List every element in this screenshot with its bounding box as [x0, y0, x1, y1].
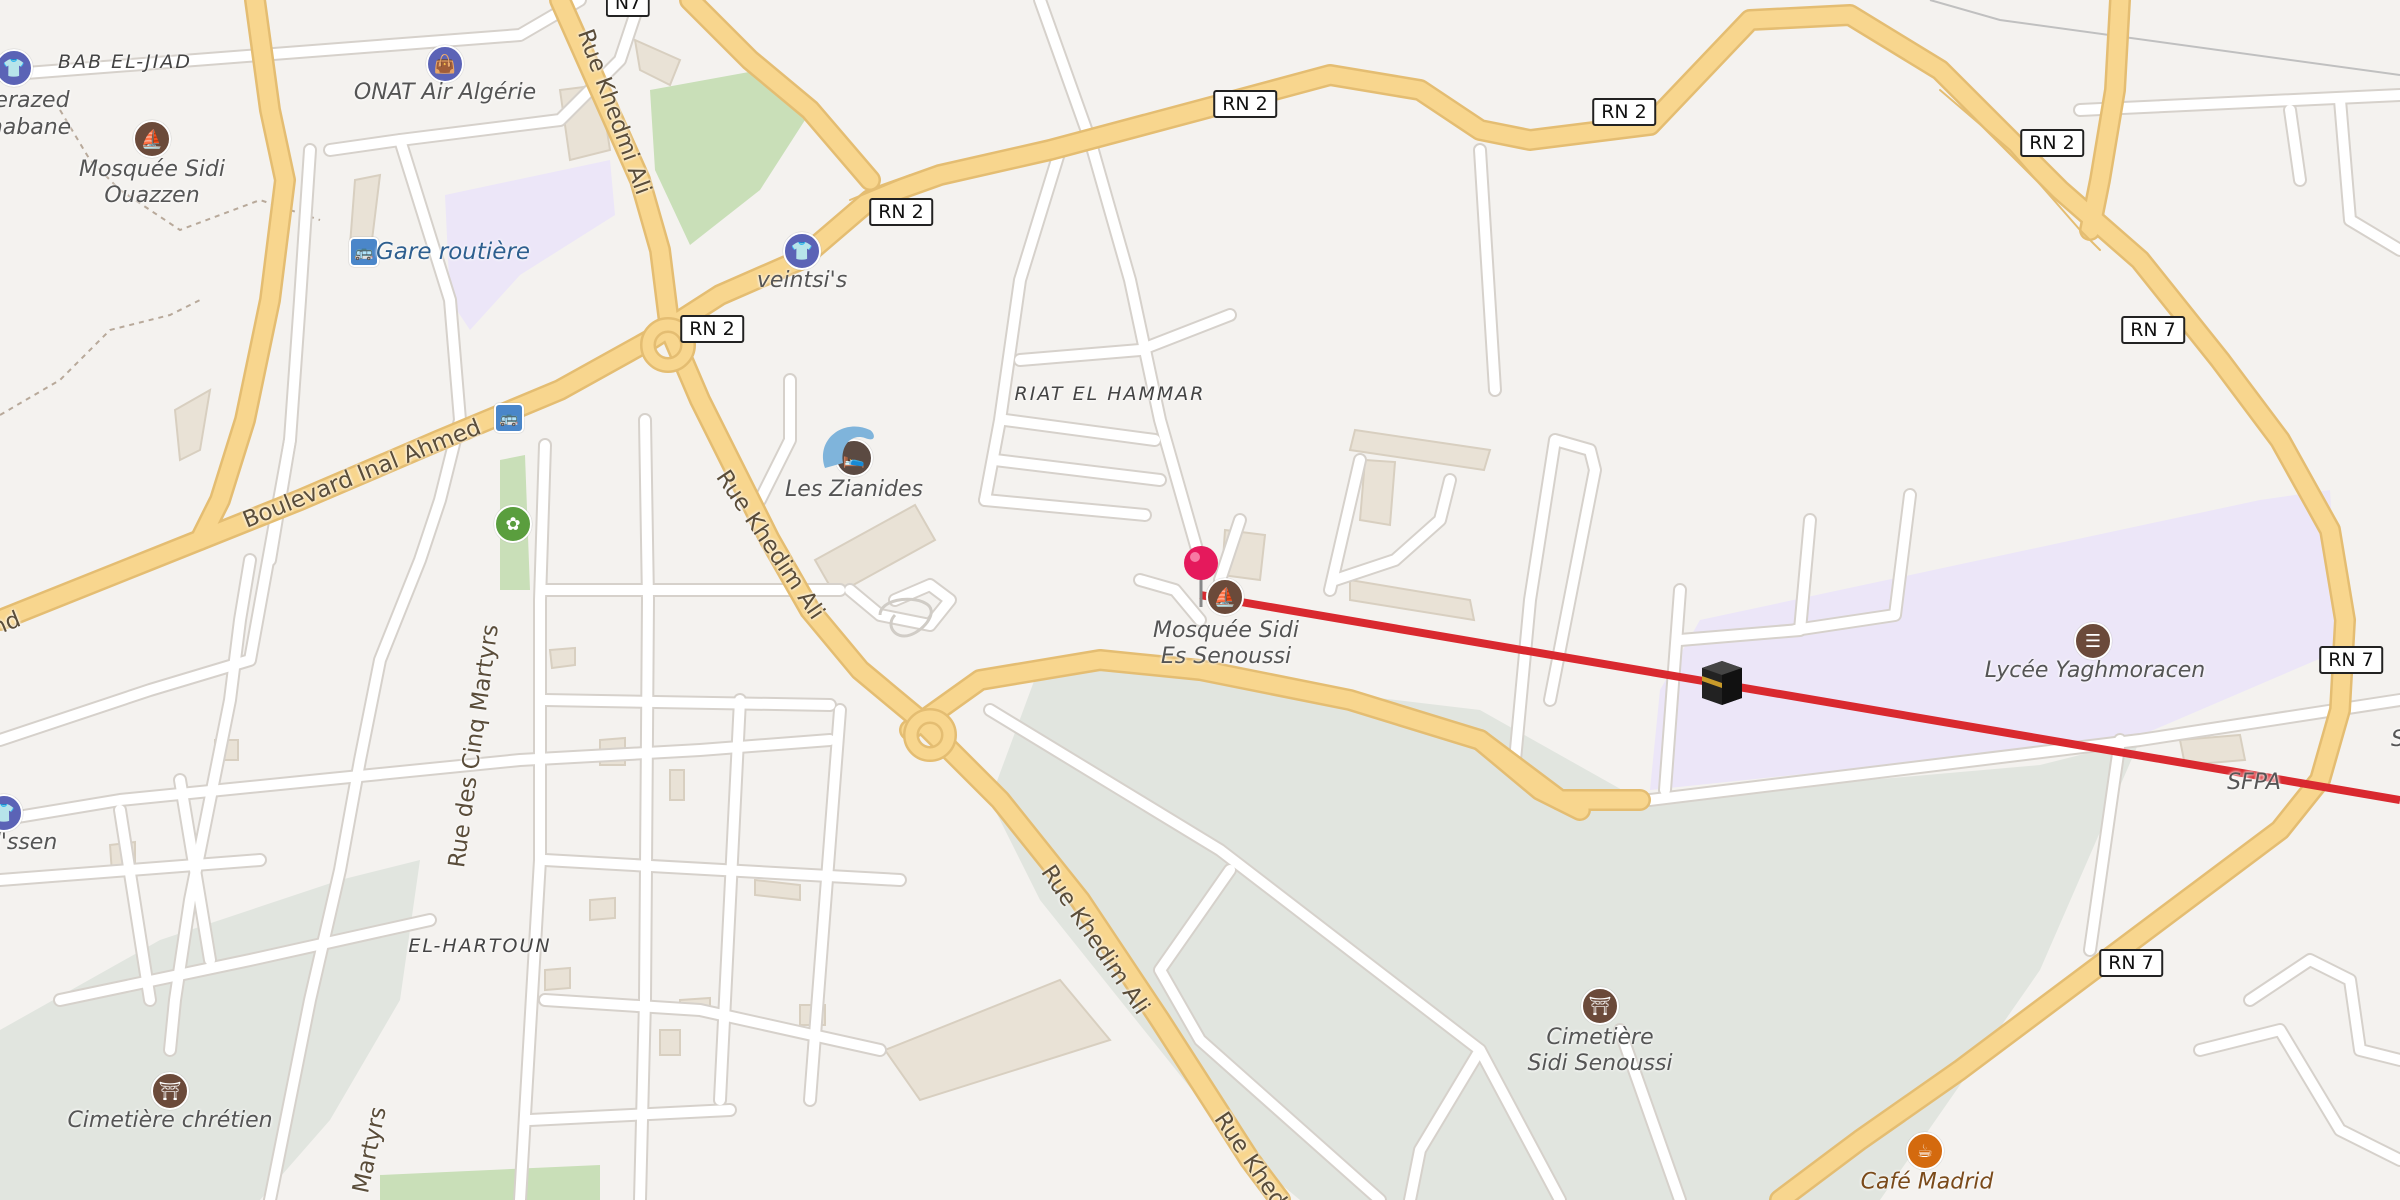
clothes-shop-icon[interactable]: 👕 — [783, 232, 821, 270]
poi-label: habane — [0, 115, 72, 140]
cemetery-icon[interactable]: ⛩ — [1581, 987, 1619, 1025]
school-icon[interactable]: ☰ — [2074, 622, 2112, 660]
poi-label[interactable]: Cimetière Sidi Senoussi — [1527, 1025, 1672, 1077]
map-view[interactable]: BAB EL-JIAD RIAT EL HAMMAR EL-HARTOUN Bo… — [0, 0, 2400, 1200]
district-label: RIAT EL HAMMAR — [1014, 383, 1206, 405]
poi-label[interactable]: Les Zianides — [785, 477, 923, 503]
road-shield: RN 7 — [2121, 316, 2185, 344]
poi-label: S — [2391, 727, 2400, 753]
poi-label-line: Es Senoussi — [1160, 644, 1292, 669]
road-shield: RN 7 — [2319, 646, 2383, 674]
pool-shape — [823, 426, 874, 468]
road-shield: RN 2 — [1213, 90, 1277, 118]
poi-label[interactable]: Mosquée Sidi Ouazzen — [79, 157, 225, 209]
road-shield: RN 2 — [869, 198, 933, 226]
shape-outline — [878, 597, 933, 638]
poi-label[interactable]: Cimetière chrétien — [67, 1108, 272, 1134]
poi-label-line: Sidi Senoussi — [1527, 1051, 1673, 1076]
poi-label[interactable]: Gare routière — [376, 239, 530, 265]
mosque-icon[interactable]: ⛵ — [133, 120, 171, 158]
poi-label[interactable]: Café Madrid — [1861, 1170, 1994, 1195]
park-area — [380, 1165, 600, 1200]
garden-icon[interactable]: ✿ — [494, 505, 532, 543]
district-label: BAB EL-JIAD — [58, 51, 192, 73]
road-shield: RN 2 — [680, 315, 744, 343]
poi-label[interactable]: veintsi's — [757, 268, 847, 294]
bus-stop-icon[interactable]: 🚌 — [494, 403, 524, 433]
road-shield: RN 2 — [1592, 98, 1656, 126]
poi-label: berazed — [0, 88, 70, 113]
map-pin-icon[interactable] — [1181, 543, 1221, 609]
poi-label-line: Mosquée Sidi — [78, 157, 226, 182]
road-shield: RN 7 — [2099, 949, 2163, 977]
poi-label-line: Cimetière — [1546, 1025, 1654, 1050]
poi-label: l'ssen — [0, 830, 58, 855]
bus-station-icon[interactable]: 🚌 — [349, 237, 379, 267]
shopping-bag-icon[interactable]: 👜 — [426, 45, 464, 83]
district-label: EL-HARTOUN — [408, 935, 552, 957]
coffee-icon[interactable]: ☕ — [1906, 1132, 1944, 1170]
poi-label[interactable]: Lycée Yaghmoracen — [1985, 658, 2205, 684]
poi-label[interactable]: SFPA — [2227, 770, 2281, 796]
road-shield: N7 — [605, 0, 651, 17]
road-shield: RN 2 — [2020, 129, 2084, 157]
kaaba-icon[interactable] — [1697, 658, 1747, 706]
poi-label-line: Mosquée Sidi — [1152, 618, 1300, 643]
poi-label-line: Ouazzen — [104, 183, 200, 208]
poi-label[interactable]: Mosquée Sidi Es Senoussi — [1153, 618, 1299, 670]
cemetery-icon[interactable]: ⛩ — [151, 1072, 189, 1110]
poi-label[interactable]: ONAT Air Algérie — [354, 80, 536, 106]
